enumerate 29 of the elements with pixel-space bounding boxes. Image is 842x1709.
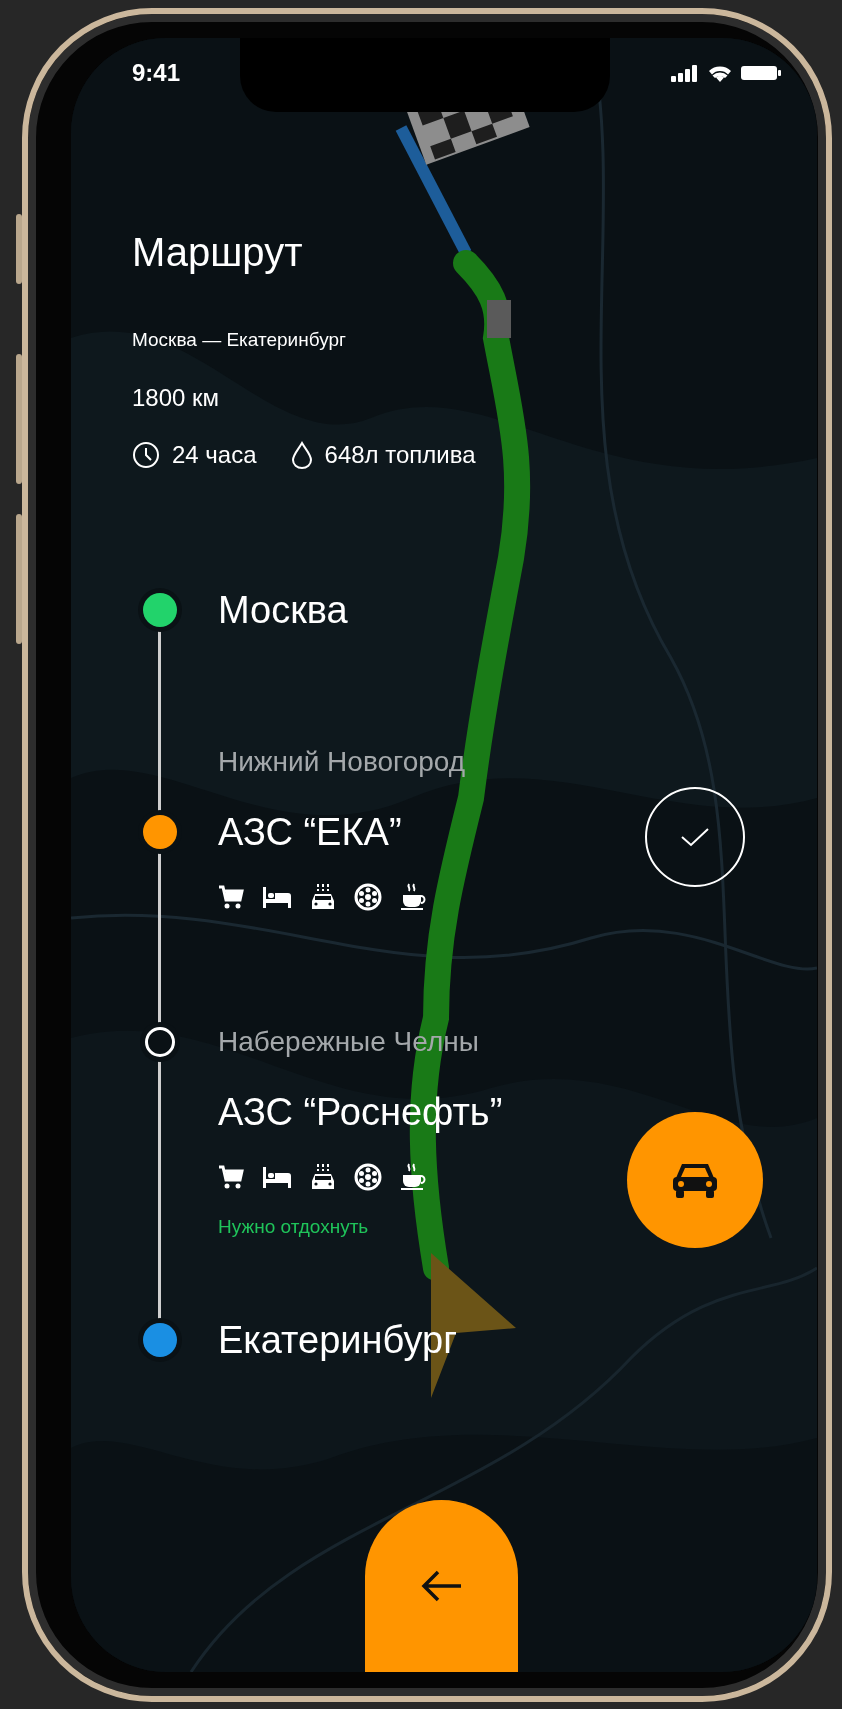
cart-icon (218, 1164, 244, 1190)
station-name: АЗС “ЕКА” (218, 810, 402, 855)
car-wash-icon (310, 1163, 336, 1191)
wheel-icon (354, 883, 382, 911)
car-wash-icon (310, 883, 336, 911)
drop-icon (290, 441, 313, 469)
stop-name: Екатеринбург (218, 1318, 458, 1363)
route-name: Москва — Екатеринбург (132, 328, 346, 352)
cup-icon (400, 883, 428, 911)
back-button[interactable] (365, 1500, 518, 1672)
stat-value: 648л топлива (324, 440, 476, 470)
cup-icon (400, 1163, 428, 1191)
check-icon (680, 826, 710, 848)
battery-icon (741, 64, 781, 82)
bed-icon (262, 884, 292, 910)
status-time: 9:41 (132, 59, 181, 87)
stop-name: Москва (218, 588, 348, 633)
station-name: АЗС “Роснефть” (218, 1090, 503, 1135)
route-distance: 1800 км (132, 383, 220, 413)
back-arrow-icon (420, 1570, 463, 1602)
bed-icon (262, 1164, 292, 1190)
clock-icon (132, 441, 160, 469)
check-button[interactable] (645, 787, 745, 887)
signal-icon (671, 64, 699, 82)
stat-value: 24 часа (172, 440, 257, 470)
stop-note: Нужно отдохнуть (218, 1215, 369, 1239)
screen-title: Маршрут (132, 229, 303, 276)
wheel-icon (354, 1163, 382, 1191)
cart-icon (218, 884, 244, 910)
